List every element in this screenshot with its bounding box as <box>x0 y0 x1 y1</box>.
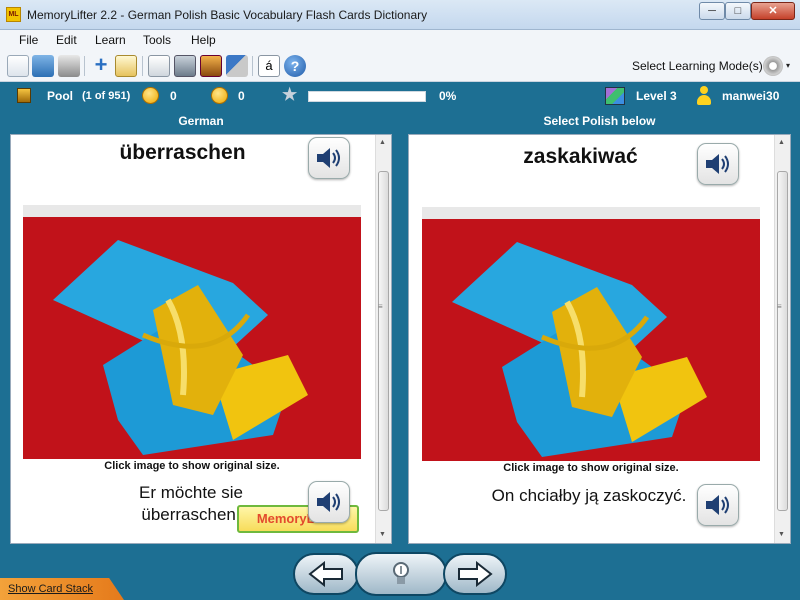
scroll-grip-icon: ≡ <box>378 302 383 311</box>
open-icon[interactable] <box>32 55 54 77</box>
answer-scrollbar[interactable]: ▲ ≡ ▼ <box>774 135 790 543</box>
question-column-header: German <box>178 114 224 128</box>
play-sentence-audio-button[interactable] <box>697 484 739 526</box>
gear-icon[interactable] <box>763 56 783 76</box>
scroll-thumb[interactable] <box>378 171 389 511</box>
menu-help[interactable]: Help <box>191 33 216 47</box>
menu-learn[interactable]: Learn <box>95 33 126 47</box>
chevron-down-icon[interactable]: ▾ <box>786 61 790 70</box>
lightbulb-icon <box>393 562 409 584</box>
hint-button[interactable] <box>355 552 447 596</box>
progress-percent: 0% <box>439 89 457 103</box>
window-title: MemoryLifter 2.2 - German Polish Basic V… <box>27 8 428 22</box>
print-icon[interactable] <box>58 55 80 77</box>
username: manwei30 <box>722 89 780 103</box>
toolbar-divider <box>252 56 253 76</box>
question-card: überraschen Click image to show original… <box>10 134 392 544</box>
answer-image[interactable] <box>422 207 760 461</box>
tools-icon[interactable] <box>226 55 248 77</box>
next-card-button[interactable] <box>443 553 507 595</box>
scroll-thumb[interactable] <box>777 171 788 511</box>
arrow-left-icon <box>308 561 343 587</box>
scroll-down-icon[interactable]: ▼ <box>778 531 785 538</box>
speaker-icon <box>317 492 340 512</box>
user-icon <box>696 86 712 106</box>
bottom-navigation <box>0 546 800 600</box>
menu-tools[interactable]: Tools <box>143 33 171 47</box>
pool-count: (1 of 951) <box>82 90 131 102</box>
progress-bar <box>308 91 426 102</box>
image-caption: Click image to show original size. <box>104 460 280 472</box>
edit-icon[interactable] <box>115 55 137 77</box>
learning-mode-label[interactable]: Select Learning Mode(s) <box>632 59 763 73</box>
speaker-icon <box>706 154 729 174</box>
star-icon: ★ <box>282 85 298 104</box>
image-caption: Click image to show original size. <box>503 462 679 474</box>
menu-bar: File Edit Learn Tools Help <box>0 30 800 50</box>
play-sentence-audio-button[interactable] <box>308 481 350 523</box>
toolbar: + á ? Select Learning Mode(s) ▾ <box>0 50 800 82</box>
level-label: Level 3 <box>636 89 677 103</box>
toolbar-divider <box>142 56 143 76</box>
correct-count: 0 <box>170 89 177 103</box>
scroll-grip-icon: ≡ <box>777 302 782 311</box>
scroll-up-icon[interactable]: ▲ <box>379 139 386 146</box>
scroll-down-icon[interactable]: ▼ <box>379 531 386 538</box>
speaker-icon <box>317 148 340 168</box>
speaker-icon <box>706 495 729 515</box>
question-image[interactable] <box>23 205 361 459</box>
show-card-stack-link[interactable]: Show Card Stack <box>0 578 124 600</box>
menu-file[interactable]: File <box>19 33 38 47</box>
toolbar-divider <box>84 56 85 76</box>
sad-face-icon <box>211 87 228 104</box>
minimize-button[interactable]: ─ <box>699 2 725 20</box>
pool-label: Pool <box>47 89 73 103</box>
answer-column-header: Select Polish below <box>543 114 656 128</box>
learn-icon[interactable] <box>174 55 196 77</box>
close-button[interactable]: ✕ <box>751 2 795 20</box>
happy-face-icon <box>142 87 159 104</box>
add-card-icon[interactable]: + <box>90 54 112 77</box>
slideshow-icon[interactable] <box>148 55 170 77</box>
app-logo-icon: ML <box>6 7 21 22</box>
maximize-button[interactable]: □ <box>725 2 751 20</box>
status-bar: Pool (1 of 951) 0 0 ★ 0% Level 3 manwei3… <box>0 82 800 110</box>
question-word: überraschen <box>119 141 246 164</box>
level-icon <box>605 87 625 105</box>
title-bar: ML MemoryLifter 2.2 - German Polish Basi… <box>0 0 800 30</box>
statistics-icon[interactable] <box>200 55 222 77</box>
wrong-count: 0 <box>238 89 245 103</box>
example-sentence: On chciałby ją zaskoczyć. <box>491 486 687 505</box>
play-word-audio-button[interactable] <box>308 137 350 179</box>
pool-icon <box>17 88 31 103</box>
help-icon[interactable]: ? <box>284 55 306 77</box>
show-card-stack-label[interactable]: Show Card Stack <box>8 583 93 595</box>
special-char-icon[interactable]: á <box>258 55 280 77</box>
new-icon[interactable] <box>7 55 29 77</box>
play-word-audio-button[interactable] <box>697 143 739 185</box>
previous-card-button[interactable] <box>293 553 359 595</box>
scroll-up-icon[interactable]: ▲ <box>778 139 785 146</box>
answer-card: zaskakiwać Click image to show original … <box>408 134 791 544</box>
menu-edit[interactable]: Edit <box>56 33 77 47</box>
question-scrollbar[interactable]: ▲ ≡ ▼ <box>375 135 391 543</box>
arrow-right-icon <box>458 561 493 587</box>
